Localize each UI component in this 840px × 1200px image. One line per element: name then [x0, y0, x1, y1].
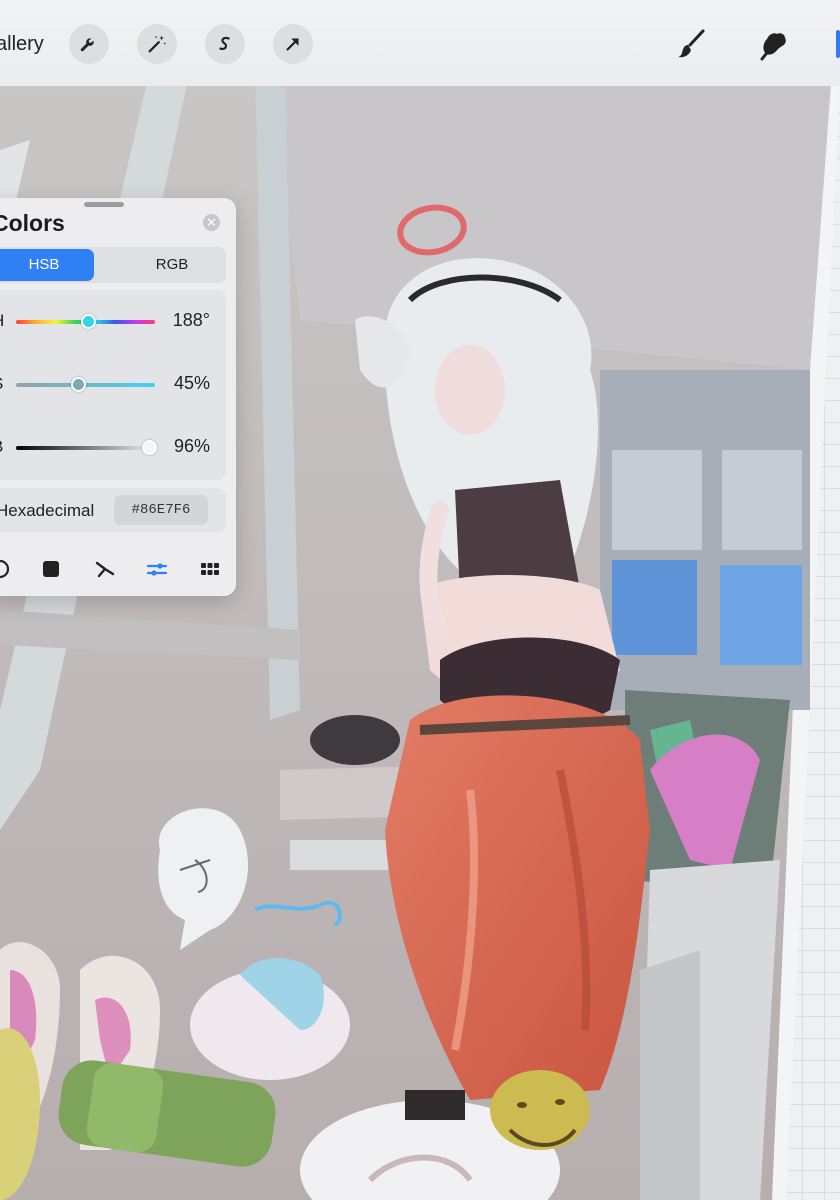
tab-harmony[interactable] — [92, 556, 118, 582]
brightness-slider-row: B 96% — [0, 432, 226, 462]
transform-arrow-icon — [286, 38, 299, 51]
hex-row: Hexadecimal #86E7F6 — [0, 488, 226, 532]
hsb-sliders: H 188° S 45% B 96% — [0, 290, 226, 480]
selection-s-icon — [219, 36, 230, 51]
hue-slider-row: H 188° — [0, 306, 226, 336]
disc-icon — [0, 559, 10, 579]
tab-palettes[interactable] — [197, 556, 223, 582]
brightness-value: 96% — [173, 436, 210, 456]
panel-title: Colors — [0, 210, 65, 236]
top-toolbar: allery — [0, 0, 840, 86]
wrench-icon — [80, 38, 94, 52]
hue-value: 188° — [172, 310, 210, 330]
selection-button[interactable] — [205, 24, 245, 64]
palettes-icon — [201, 563, 219, 575]
brightness-letter: B — [0, 437, 3, 457]
mode-hsb-button[interactable]: HSB — [0, 249, 94, 281]
gallery-button[interactable]: allery — [0, 33, 44, 56]
saturation-thumb[interactable] — [71, 377, 87, 392]
hex-input[interactable]: #86E7F6 — [114, 495, 208, 525]
saturation-letter: S — [0, 374, 3, 394]
adjustments-button[interactable] — [137, 24, 177, 64]
brush-icon — [678, 29, 705, 58]
tab-disc[interactable] — [0, 556, 13, 582]
panel-grabber[interactable] — [84, 202, 124, 207]
tab-value[interactable] — [144, 556, 170, 582]
brush-tool-button[interactable] — [670, 22, 714, 66]
transform-button[interactable] — [273, 24, 313, 64]
colors-panel: Colors ✕ HSB RGB H 188° S 45% B 96% Hexa… — [0, 198, 236, 596]
brightness-thumb[interactable] — [141, 440, 157, 455]
hue-thumb[interactable] — [80, 314, 96, 329]
brightness-track[interactable] — [16, 446, 155, 450]
close-icon: ✕ — [206, 215, 217, 230]
close-panel-button[interactable]: ✕ — [203, 214, 220, 231]
tab-classic[interactable] — [38, 556, 64, 582]
hue-letter: H — [0, 311, 4, 331]
magic-wand-icon — [148, 35, 167, 53]
color-tabs — [0, 548, 236, 588]
classic-icon — [43, 561, 59, 577]
eraser-tool-edge[interactable] — [836, 30, 840, 58]
hex-label: Hexadecimal — [0, 501, 95, 520]
smudge-tool-button[interactable] — [752, 22, 796, 66]
color-mode-segmented-control: HSB RGB — [0, 247, 226, 283]
mode-rgb-button[interactable]: RGB — [122, 249, 222, 281]
value-icon — [146, 563, 168, 576]
harmony-icon — [95, 561, 115, 578]
saturation-slider-row: S 45% — [0, 369, 226, 399]
saturation-value: 45% — [173, 373, 210, 393]
smudge-icon — [760, 33, 786, 61]
actions-button[interactable] — [69, 24, 109, 64]
